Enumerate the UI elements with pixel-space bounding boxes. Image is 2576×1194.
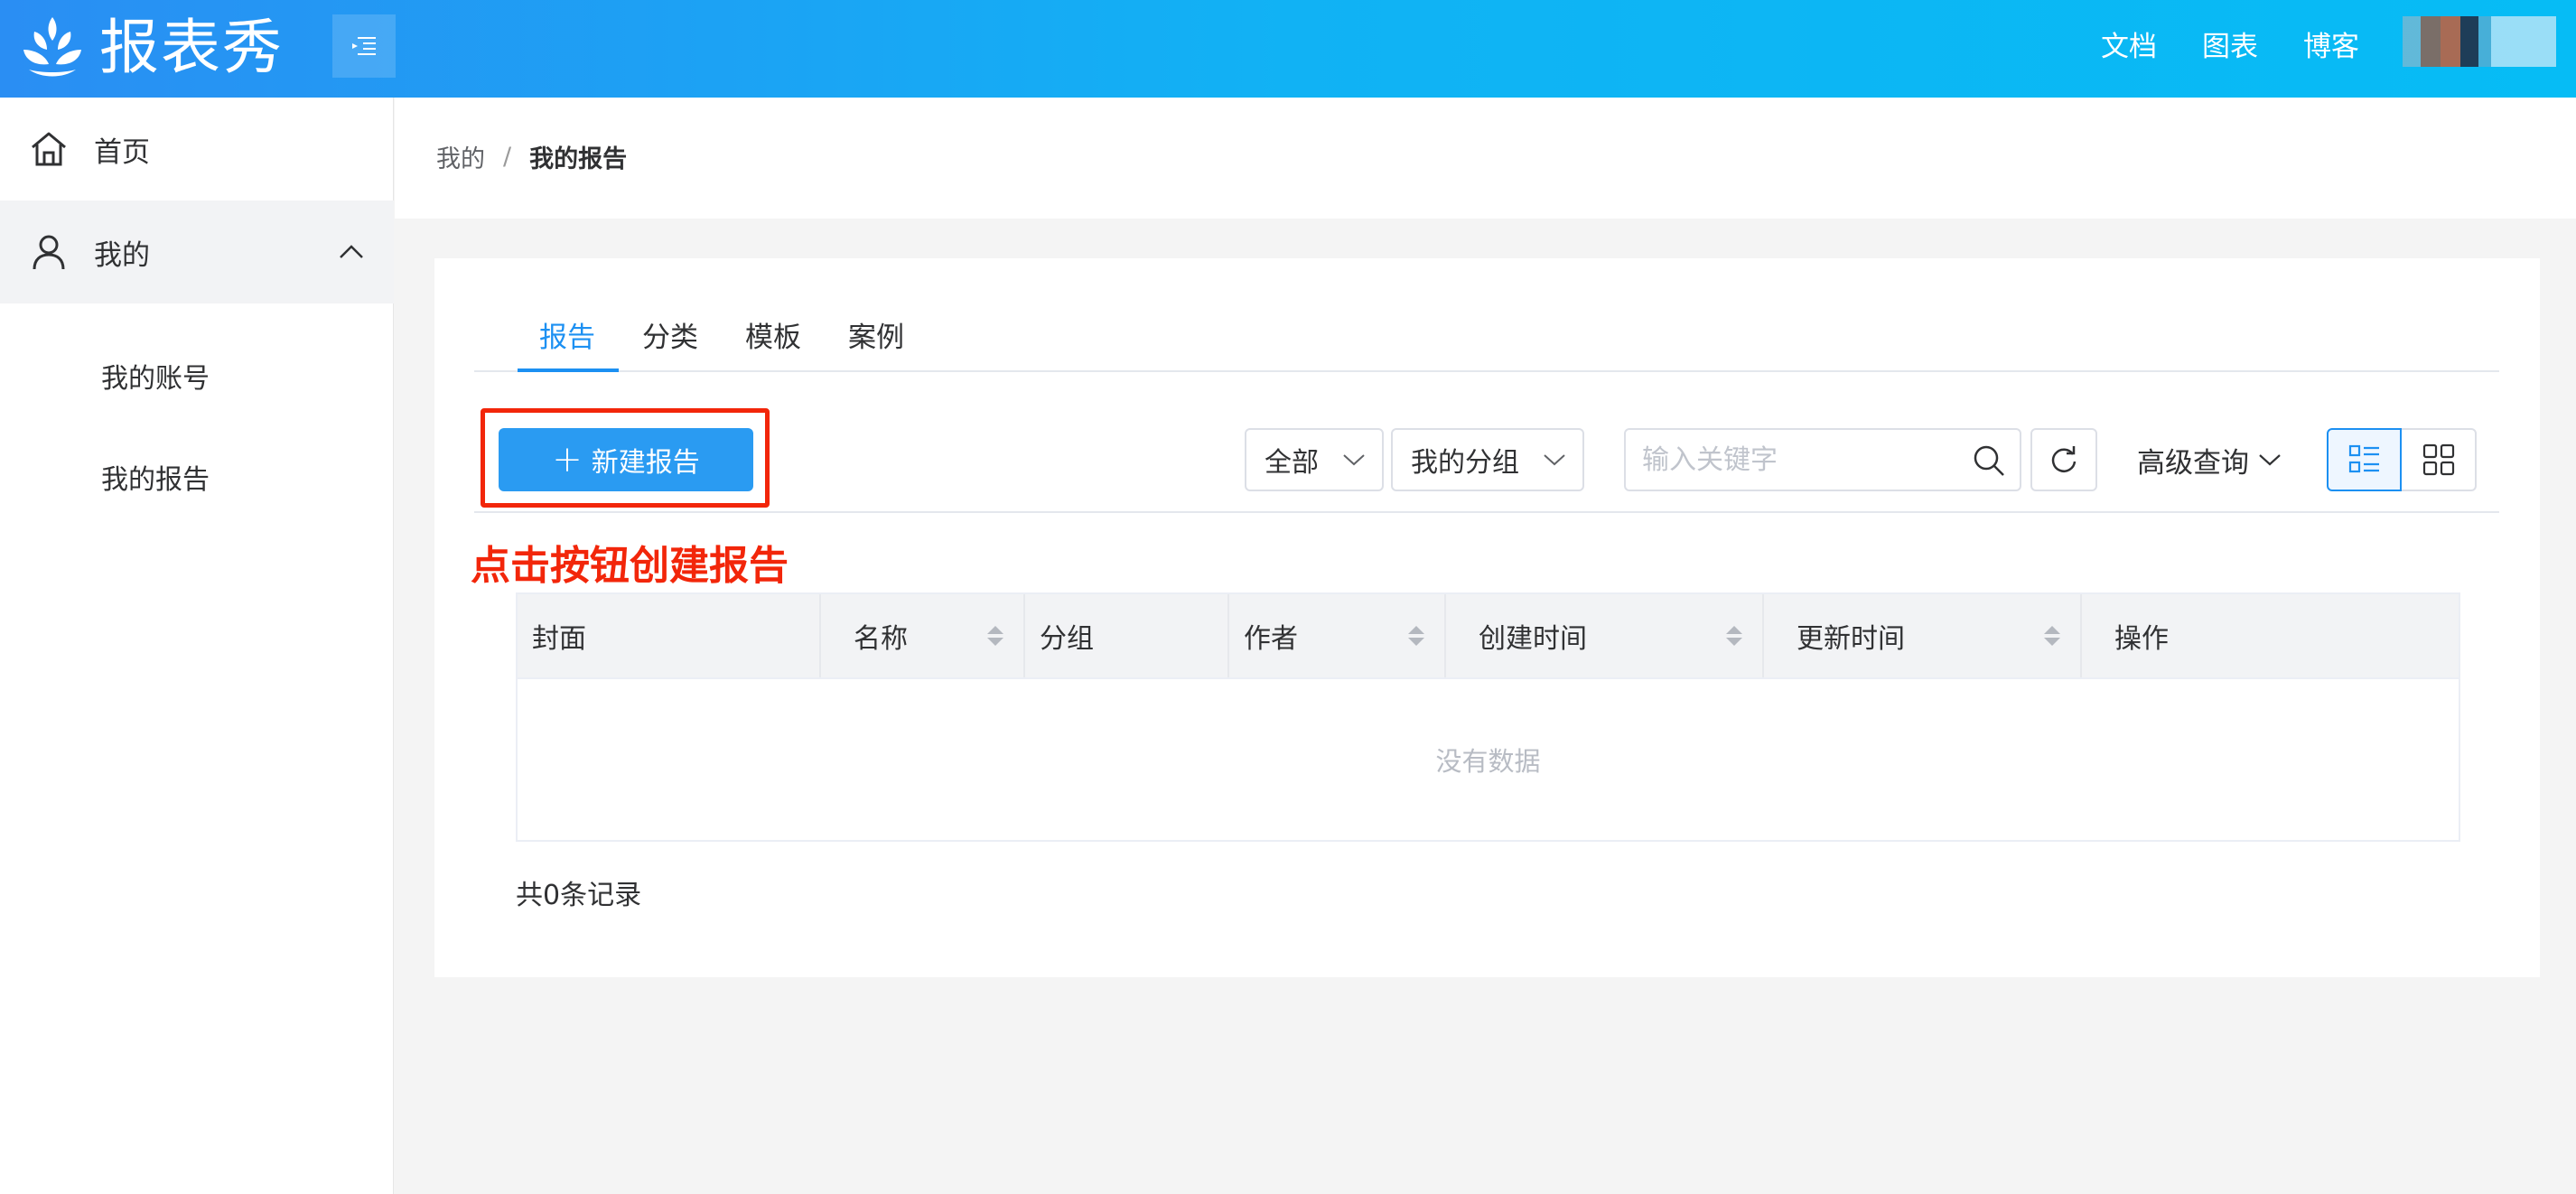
breadcrumb-bar: 我的 / 我的报告 xyxy=(395,98,2576,219)
advanced-search-label: 高级查询 xyxy=(2137,446,2249,480)
sidebar-item-mine[interactable]: 我的 xyxy=(0,201,394,303)
active-tab-indicator xyxy=(518,368,619,372)
search-icon[interactable] xyxy=(1971,443,2007,479)
top-header: 报表秀 文档 图表 博客 xyxy=(0,0,2576,98)
top-nav: 文档 图表 博客 xyxy=(2056,0,2359,87)
new-report-label: 新建报告 xyxy=(591,447,700,479)
column-header-name[interactable]: 名称 xyxy=(821,594,1025,677)
grid-view-button[interactable] xyxy=(2402,428,2477,491)
sidebar-subitem-reports[interactable]: 我的报告 xyxy=(101,457,210,497)
menu-fold-icon xyxy=(352,37,376,55)
annotation-text: 点击按钮创建报告 xyxy=(471,543,789,589)
menu-toggle-button[interactable] xyxy=(332,14,396,78)
user-icon xyxy=(33,235,65,270)
sidebar-item-label: 首页 xyxy=(94,135,150,169)
search-box xyxy=(1624,428,2021,491)
breadcrumb-current: 我的报告 xyxy=(529,145,628,173)
sort-icon[interactable] xyxy=(2042,622,2062,649)
total-count: 共0条记录 xyxy=(516,880,642,911)
tab-categories[interactable]: 分类 xyxy=(642,314,698,355)
nav-blog-link[interactable]: 博客 xyxy=(2303,23,2359,64)
refresh-icon xyxy=(2051,446,2077,472)
nav-charts-link[interactable]: 图表 xyxy=(2202,23,2258,64)
nav-docs-link[interactable]: 文档 xyxy=(2101,23,2157,64)
chevron-up-icon xyxy=(340,245,363,258)
column-header-group: 分组 xyxy=(1025,594,1229,677)
logo-text: 报表秀 xyxy=(99,13,284,82)
sort-icon[interactable] xyxy=(985,622,1005,649)
column-header-updated[interactable]: 更新时间 xyxy=(1764,594,2082,677)
sort-icon[interactable] xyxy=(1406,622,1426,649)
tab-templates[interactable]: 模板 xyxy=(745,314,801,355)
filter-all-select[interactable]: 全部 xyxy=(1245,428,1384,491)
sidebar: 首页 我的 我的账号 我的报告 xyxy=(0,98,394,1194)
logo[interactable]: 报表秀 xyxy=(20,7,284,89)
reports-table: 封面 名称 分组 作者 创建时间 更新时间 操作 没有数据 xyxy=(516,592,2460,842)
search-input[interactable] xyxy=(1642,439,1967,480)
tab-bar: 报告 分类 模板 案例 xyxy=(474,307,2499,372)
tab-reports[interactable]: 报告 xyxy=(539,314,595,355)
breadcrumb: 我的 / 我的报告 xyxy=(436,139,627,174)
table-header: 封面 名称 分组 作者 创建时间 更新时间 操作 xyxy=(518,594,2459,679)
home-icon xyxy=(32,132,66,166)
column-title: 更新时间 xyxy=(1797,623,1905,655)
filter-group-select[interactable]: 我的分组 xyxy=(1391,428,1584,491)
filter-group-value: 我的分组 xyxy=(1411,447,1519,479)
column-title: 操作 xyxy=(2114,623,2169,655)
plus-icon: + xyxy=(552,439,583,480)
chevron-down-icon xyxy=(1544,454,1565,466)
grid-view-icon xyxy=(2422,443,2454,476)
breadcrumb-parent[interactable]: 我的 xyxy=(436,139,485,174)
breadcrumb-separator: / xyxy=(503,143,512,171)
filter-all-value: 全部 xyxy=(1265,447,1319,479)
column-header-author[interactable]: 作者 xyxy=(1229,594,1446,677)
toolbar-divider xyxy=(474,511,2499,513)
sidebar-item-home[interactable]: 首页 xyxy=(0,98,394,201)
logo-icon xyxy=(23,17,81,77)
sort-icon[interactable] xyxy=(1724,622,1744,649)
view-toggle-group xyxy=(2327,428,2477,491)
chevron-down-icon xyxy=(1343,454,1365,466)
advanced-search-toggle[interactable]: 高级查询 xyxy=(2137,437,2282,482)
tab-cases[interactable]: 案例 xyxy=(848,314,904,355)
column-title: 作者 xyxy=(1244,623,1298,655)
column-header-actions: 操作 xyxy=(2082,594,2459,677)
user-avatar[interactable] xyxy=(2403,16,2556,67)
chevron-down-icon xyxy=(2259,454,2281,466)
sidebar-item-label: 我的 xyxy=(94,238,150,272)
column-title: 封面 xyxy=(532,623,586,655)
empty-state-text: 没有数据 xyxy=(1435,746,1541,777)
refresh-button[interactable] xyxy=(2030,428,2097,491)
sidebar-subitem-account[interactable]: 我的账号 xyxy=(101,356,210,396)
list-view-icon xyxy=(2348,444,2379,473)
column-title: 创建时间 xyxy=(1479,623,1587,655)
column-header-cover: 封面 xyxy=(518,594,821,677)
new-report-button[interactable]: + 新建报告 xyxy=(499,428,753,491)
column-title: 分组 xyxy=(1040,623,1094,655)
column-title: 名称 xyxy=(854,623,908,655)
column-header-created[interactable]: 创建时间 xyxy=(1446,594,1764,677)
list-view-button[interactable] xyxy=(2327,428,2402,491)
